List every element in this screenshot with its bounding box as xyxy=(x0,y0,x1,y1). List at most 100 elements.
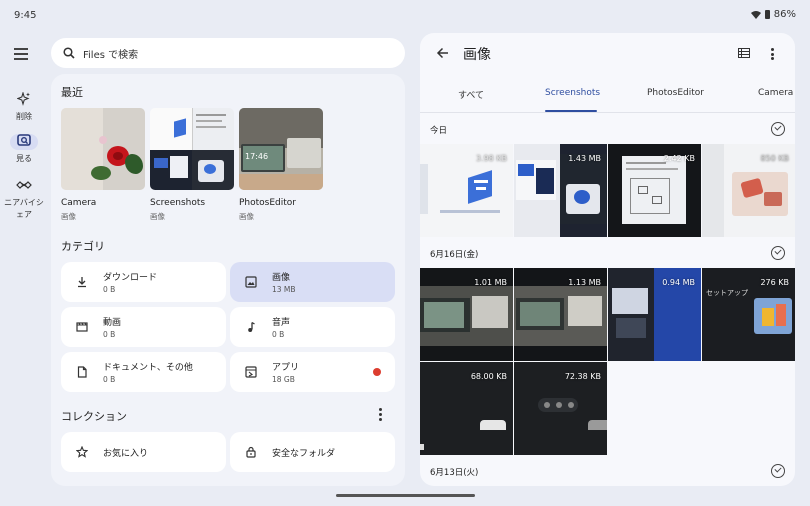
status-icons: 86% xyxy=(750,9,796,20)
nearby-share-icon xyxy=(10,178,38,194)
collection-favorites[interactable]: お気に入り xyxy=(61,432,226,472)
viewer-title: 画像 xyxy=(463,47,491,63)
select-all-check-icon[interactable] xyxy=(771,464,785,478)
sparkle-icon xyxy=(10,91,38,108)
screenshot-thumbnail[interactable]: 1.43 MB xyxy=(514,144,607,237)
date-header: 今日 xyxy=(430,126,448,136)
apps-icon xyxy=(244,365,258,379)
recent-type: 画像 xyxy=(61,212,76,221)
category-size: 0 B xyxy=(103,375,116,384)
tab-screenshots[interactable]: Screenshots xyxy=(545,88,600,98)
category-name: 音声 xyxy=(272,318,291,328)
tab-camera[interactable]: Camera xyxy=(758,88,793,98)
star-icon xyxy=(75,445,89,459)
category-videos[interactable]: 動画 0 B xyxy=(61,307,226,347)
notification-dot xyxy=(373,368,381,376)
back-arrow-icon[interactable] xyxy=(436,47,449,59)
more-options-icon[interactable] xyxy=(379,408,383,421)
category-size: 13 MB xyxy=(272,285,296,294)
recent-type: 画像 xyxy=(239,212,254,221)
screenshot-thumbnail[interactable]: 850 KB xyxy=(702,144,795,237)
image-viewer-panel: 画像 すべて Screenshots PhotosEditor Camera 今… xyxy=(420,33,795,486)
file-size: 276 KB xyxy=(760,278,789,287)
category-name: ドキュメント、その他 xyxy=(103,363,193,373)
rail-label: 削除 xyxy=(16,112,32,121)
list-view-icon[interactable] xyxy=(738,48,750,58)
category-apps[interactable]: アプリ 18 GB xyxy=(230,352,395,392)
more-options-icon[interactable] xyxy=(771,48,774,60)
lock-icon xyxy=(244,445,258,459)
search-placeholder: Files で検索 xyxy=(83,49,139,61)
recent-item-photoseditor[interactable]: 17:46 PhotosEditor 画像 xyxy=(239,108,323,222)
screenshot-thumbnail[interactable]: 1.01 MB xyxy=(420,268,513,361)
rail-item-clean[interactable]: 削除 xyxy=(0,91,48,122)
category-name: ダウンロード xyxy=(103,273,158,283)
recent-name: Camera xyxy=(61,198,97,208)
screenshot-thumbnail[interactable]: 72.38 KB xyxy=(514,362,607,455)
category-images[interactable]: 画像 13 MB xyxy=(230,262,395,302)
category-audio[interactable]: 音声 0 B xyxy=(230,307,395,347)
tab-all[interactable]: すべて xyxy=(458,88,484,101)
search-icon xyxy=(63,47,75,59)
camera-thumbnail xyxy=(61,108,145,190)
screenshot-thumbnail[interactable]: 68.00 KB xyxy=(420,362,513,455)
select-all-check-icon[interactable] xyxy=(771,246,785,260)
screenshot-thumbnail[interactable]: セットアップ 276 KB xyxy=(702,268,795,361)
category-size: 18 GB xyxy=(272,375,295,384)
date-header: 6月16日(金) xyxy=(430,250,479,260)
menu-icon[interactable] xyxy=(14,48,32,62)
setup-text: セットアップ xyxy=(706,289,748,297)
image-icon xyxy=(244,275,258,289)
file-size: 3.98 KB xyxy=(475,154,507,163)
rail-item-browse[interactable]: 見る xyxy=(0,134,48,164)
status-time: 9:45 xyxy=(14,10,37,21)
category-size: 0 B xyxy=(103,330,116,339)
rail-item-nearby-share[interactable]: ニアバイシェア xyxy=(0,178,48,221)
music-note-icon xyxy=(244,320,258,334)
screenshot-thumbnail[interactable]: 3.98 KB xyxy=(420,144,513,237)
collection-safe-folder[interactable]: 安全なフォルダ xyxy=(230,432,395,472)
recent-name: PhotosEditor xyxy=(239,198,296,208)
category-documents[interactable]: ドキュメント、その他 0 B xyxy=(61,352,226,392)
collections-title: コレクション xyxy=(61,410,127,423)
photoseditor-thumbnail: 17:46 xyxy=(239,108,323,190)
screenshot-thumbnail[interactable]: 1.13 MB xyxy=(514,268,607,361)
category-name: アプリ xyxy=(272,363,300,373)
file-size: 850 KB xyxy=(760,154,789,163)
file-size: 1.13 MB xyxy=(568,278,601,287)
recent-item-camera[interactable]: Camera 画像 xyxy=(61,108,145,222)
category-size: 0 B xyxy=(103,285,116,294)
battery-level: 86% xyxy=(773,9,796,20)
browse-panel: 最近 Camera 画像 Screenshots 画像 17:46 Photos… xyxy=(51,74,405,486)
category-downloads[interactable]: ダウンロード 0 B xyxy=(61,262,226,302)
recent-item-screenshots[interactable]: Screenshots 画像 xyxy=(150,108,234,222)
tab-photoseditor[interactable]: PhotosEditor xyxy=(647,88,704,98)
thumbnail-clock: 17:46 xyxy=(245,152,269,161)
categories-title: カテゴリ xyxy=(61,240,105,253)
rail-label: 見る xyxy=(16,154,32,163)
screenshots-thumbnail xyxy=(150,108,234,190)
document-icon xyxy=(75,365,89,379)
file-size: 0.94 MB xyxy=(662,278,695,287)
video-icon xyxy=(75,320,89,334)
battery-icon xyxy=(764,10,770,19)
category-name: 画像 xyxy=(272,273,291,283)
recent-type: 画像 xyxy=(150,212,165,221)
select-all-check-icon[interactable] xyxy=(771,122,785,136)
screenshot-thumbnail[interactable]: 0.94 MB xyxy=(608,268,701,361)
active-tab-indicator xyxy=(545,110,597,112)
recent-title: 最近 xyxy=(61,86,83,99)
gesture-navigation-bar[interactable] xyxy=(336,494,475,497)
viewer-tabs: すべて Screenshots PhotosEditor Camera xyxy=(420,81,795,113)
file-size: 1.43 MB xyxy=(568,154,601,163)
collection-name: お気に入り xyxy=(103,448,149,459)
rail-label: ニアバイシェア xyxy=(4,198,44,219)
browse-icon xyxy=(10,134,38,150)
file-size: 1.01 MB xyxy=(474,278,507,287)
category-size: 0 B xyxy=(272,330,285,339)
search-bar[interactable]: Files で検索 xyxy=(51,38,405,68)
screenshot-thumbnail[interactable]: 2.42 KB xyxy=(608,144,701,237)
date-header: 6月13日(火) xyxy=(430,468,479,478)
download-icon xyxy=(75,275,89,289)
file-size: 2.42 KB xyxy=(663,154,695,163)
